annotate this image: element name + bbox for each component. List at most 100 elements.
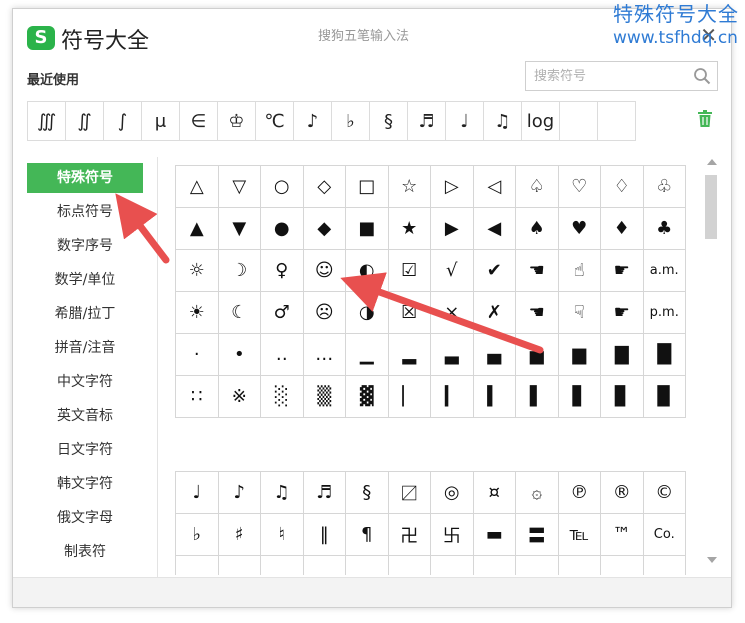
symbol-cell[interactable]: ░ — [261, 376, 304, 418]
symbol-cell[interactable]: ♥ — [558, 208, 601, 250]
symbol-cell[interactable] — [346, 556, 389, 575]
recent-symbol-cell[interactable]: log — [522, 102, 560, 140]
symbol-cell[interactable]: ☛ — [601, 292, 644, 334]
symbol-cell[interactable] — [474, 556, 516, 575]
symbol-cell[interactable]: 卐 — [431, 514, 474, 556]
sidebar-item[interactable]: 标点符号 — [27, 197, 143, 227]
recent-symbol-cell[interactable]: ♬ — [408, 102, 446, 140]
recent-symbol-cell[interactable]: ♩ — [446, 102, 484, 140]
symbol-cell[interactable]: ☾ — [218, 292, 261, 334]
symbol-cell[interactable]: ▂ — [388, 334, 431, 376]
symbol-cell[interactable]: ◀ — [473, 208, 516, 250]
symbol-cell[interactable]: ‥ — [261, 334, 304, 376]
symbol-cell[interactable]: ☹ — [303, 292, 346, 334]
scroll-up-icon[interactable] — [707, 159, 717, 165]
symbol-cell[interactable]: ¤ — [473, 472, 516, 514]
symbol-cell[interactable]: ☽ — [218, 250, 261, 292]
symbol-cell[interactable] — [431, 556, 474, 575]
symbol-cell[interactable]: ◁ — [473, 166, 516, 208]
symbol-cell[interactable]: □ — [346, 166, 389, 208]
symbol-cell[interactable]: ▲ — [176, 208, 219, 250]
sidebar-item[interactable]: 数学/单位 — [27, 265, 143, 295]
symbol-cell[interactable]: ▶ — [431, 208, 474, 250]
symbol-cell[interactable]: • — [218, 334, 261, 376]
symbol-cell[interactable]: ♪ — [218, 472, 261, 514]
sidebar-item[interactable]: 希腊/拉丁 — [27, 299, 143, 329]
symbol-cell[interactable]: ◑ — [346, 292, 389, 334]
symbol-cell[interactable]: Co. — [643, 514, 686, 556]
symbol-cell[interactable]: p.m. — [643, 292, 686, 334]
sidebar-item[interactable]: 日文字符 — [27, 435, 143, 465]
symbol-cell[interactable]: ☚ — [516, 292, 559, 334]
symbol-cell[interactable]: ♬ — [303, 472, 346, 514]
symbol-cell[interactable]: ☟ — [558, 292, 601, 334]
symbol-cell[interactable]: ☝ — [558, 250, 601, 292]
recent-symbol-cell[interactable]: ♫ — [484, 102, 522, 140]
symbol-cell[interactable] — [601, 556, 644, 575]
symbol-cell[interactable]: § — [346, 472, 389, 514]
recent-symbol-cell[interactable]: ∬ — [66, 102, 104, 140]
symbol-cell[interactable]: 〓 — [516, 514, 559, 556]
symbol-cell[interactable]: ♡ — [558, 166, 601, 208]
symbol-cell[interactable]: ✗ — [473, 292, 516, 334]
symbol-cell[interactable]: ♣ — [643, 208, 686, 250]
symbol-cell[interactable]: █ — [643, 334, 686, 376]
symbol-cell[interactable]: √ — [431, 250, 474, 292]
search-box[interactable] — [525, 61, 718, 91]
symbol-cell[interactable]: ▋ — [558, 376, 601, 418]
symbol-cell[interactable] — [559, 556, 601, 575]
recent-symbol-cell[interactable]: ∭ — [28, 102, 66, 140]
recent-symbol-cell[interactable]: ♪ — [294, 102, 332, 140]
symbol-cell[interactable]: ♮ — [261, 514, 304, 556]
search-input[interactable] — [526, 62, 692, 90]
symbol-cell[interactable]: © — [643, 472, 686, 514]
trash-icon[interactable] — [697, 110, 713, 128]
symbol-cell[interactable]: ¶ — [346, 514, 389, 556]
symbol-cell[interactable] — [516, 556, 559, 575]
sidebar-item[interactable]: 拼音/注音 — [27, 333, 143, 363]
symbol-cell[interactable]: ✔ — [473, 250, 516, 292]
symbol-cell[interactable]: ♢ — [601, 166, 644, 208]
symbol-cell[interactable]: ▄ — [473, 334, 516, 376]
symbol-cell[interactable]: ▏ — [388, 376, 431, 418]
symbol-cell[interactable]: ♀ — [261, 250, 304, 292]
symbol-cell[interactable]: ▅ — [516, 334, 559, 376]
symbol-cell[interactable]: ☀ — [176, 292, 219, 334]
symbol-cell[interactable]: ☑ — [388, 250, 431, 292]
recent-symbol-cell[interactable]: ℃ — [256, 102, 294, 140]
symbol-cell[interactable]: ® — [601, 472, 644, 514]
symbol-cell[interactable]: ◎ — [431, 472, 474, 514]
symbol-cell[interactable]: ♫ — [261, 472, 304, 514]
symbol-cell[interactable]: ▷ — [431, 166, 474, 208]
symbol-cell[interactable]: ▒ — [303, 376, 346, 418]
symbol-cell[interactable]: ∷ — [176, 376, 219, 418]
symbol-cell[interactable] — [644, 556, 686, 575]
symbol-cell[interactable]: ۞ — [516, 472, 559, 514]
symbol-cell[interactable]: ☚ — [516, 250, 559, 292]
symbol-cell[interactable] — [261, 556, 304, 575]
symbol-cell[interactable]: ◐ — [346, 250, 389, 292]
symbol-cell[interactable]: ▼ — [218, 208, 261, 250]
symbol-cell[interactable]: ♩ — [176, 472, 219, 514]
symbol-cell[interactable]: ☛ — [601, 250, 644, 292]
symbol-cell[interactable]: ▌ — [516, 376, 559, 418]
symbol-cell[interactable]: ♤ — [516, 166, 559, 208]
symbol-cell[interactable]: ♦ — [601, 208, 644, 250]
symbol-cell[interactable]: ○ — [261, 166, 304, 208]
symbol-cell[interactable]: ▎ — [431, 376, 474, 418]
recent-symbol-cell[interactable]: § — [370, 102, 408, 140]
sidebar-item[interactable]: 俄文字母 — [27, 503, 143, 533]
symbol-cell[interactable]: ▍ — [473, 376, 516, 418]
symbol-cell[interactable]: ☆ — [388, 166, 431, 208]
symbol-cell[interactable]: ▃ — [431, 334, 474, 376]
symbol-cell[interactable]: ▇ — [601, 334, 644, 376]
symbol-cell[interactable]: ℡ — [558, 514, 601, 556]
recent-symbol-cell[interactable]: ∫ — [104, 102, 142, 140]
symbol-cell[interactable]: 〼 — [388, 472, 431, 514]
recent-symbol-cell[interactable] — [598, 102, 636, 140]
symbol-cell[interactable]: ◆ — [303, 208, 346, 250]
recent-symbol-cell[interactable]: μ — [142, 102, 180, 140]
symbol-cell[interactable] — [176, 556, 219, 575]
symbol-cell[interactable]: △ — [176, 166, 219, 208]
symbol-cell[interactable]: ☼ — [176, 250, 219, 292]
